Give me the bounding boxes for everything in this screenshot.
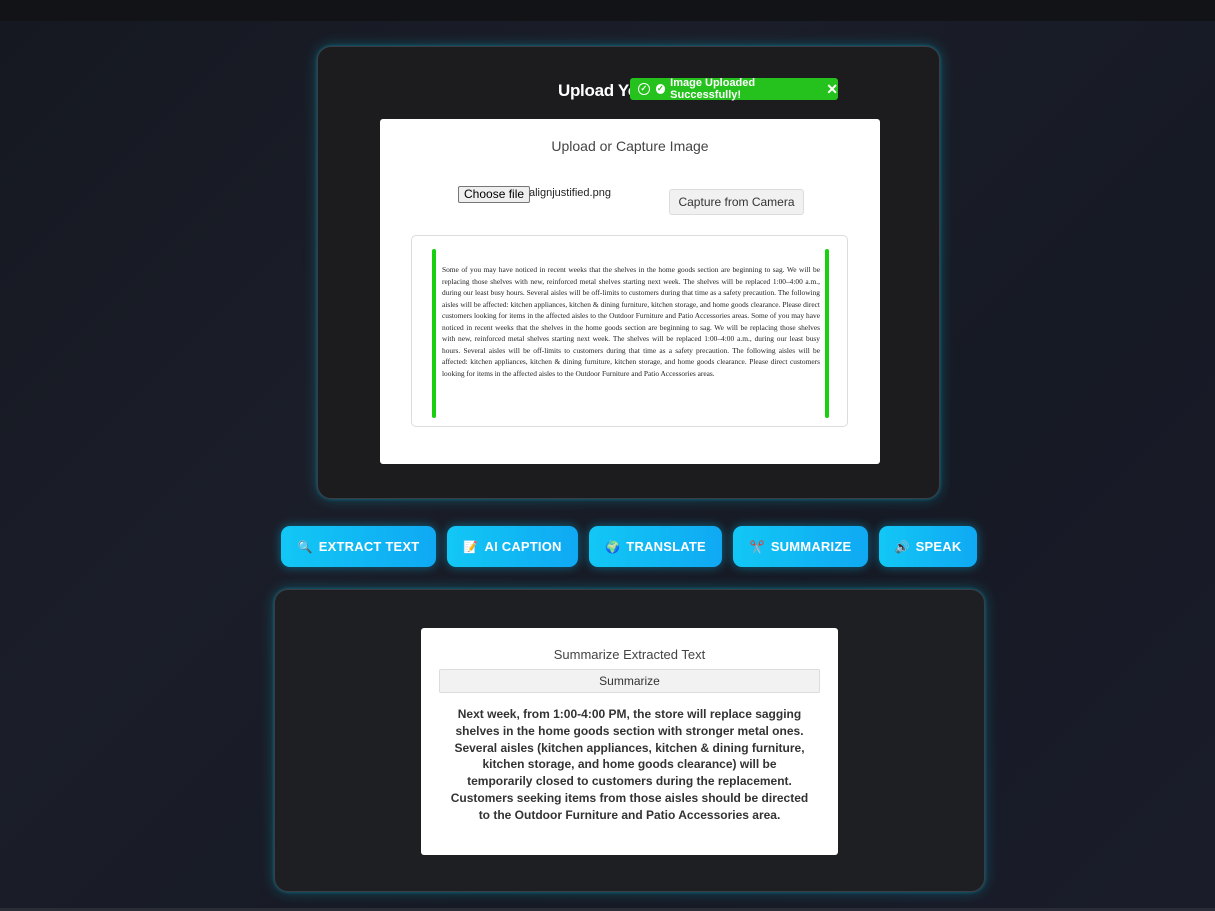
upload-card: Upload Your Image Upload or Capture Imag… <box>317 46 940 499</box>
ai-caption-button[interactable]: 📝 AI CAPTION <box>447 526 578 567</box>
summary-heading: Summarize Extracted Text <box>553 647 706 662</box>
summarize-action-label: SUMMARIZE <box>770 539 852 554</box>
ai-caption-label: AI CAPTION <box>484 539 562 554</box>
speak-label: SPEAK <box>915 539 962 554</box>
summary-card: Summarize Extracted Text Summarize Next … <box>274 589 985 892</box>
speak-button[interactable]: 🔊 SPEAK <box>879 526 977 567</box>
translate-label: TRANSLATE <box>626 539 706 554</box>
magnifier-icon: 🔍 <box>297 539 313 554</box>
capture-from-camera-button[interactable]: Capture from Camera <box>669 189 804 215</box>
toast-message: Image Uploaded Successfully! <box>670 77 756 101</box>
translate-button[interactable]: 🌍 TRANSLATE <box>589 526 722 567</box>
upload-panel-heading: Upload or Capture Image <box>551 138 709 154</box>
choose-file-button[interactable]: Choose file <box>458 186 531 203</box>
upload-panel: Upload or Capture Image Choose file alig… <box>380 119 880 464</box>
image-preview: Some of you may have noticed in recent w… <box>411 235 848 427</box>
speaker-icon: 🔊 <box>894 539 910 554</box>
summarize-button[interactable]: Summarize <box>439 669 820 693</box>
top-bar <box>0 0 1215 21</box>
selected-file-name: alignjustified.png <box>529 187 611 199</box>
preview-right-bar <box>825 249 829 418</box>
summarize-action-button[interactable]: ✂️ SUMMARIZE <box>733 526 868 567</box>
preview-document-text: Some of you may have noticed in recent w… <box>442 265 820 378</box>
summary-output-text: Next week, from 1:00-4:00 PM, the store … <box>450 707 809 822</box>
summary-panel: Summarize Extracted Text Summarize Next … <box>421 628 838 855</box>
upload-success-toast: ✓ ✓ Image Uploaded Successfully! ✕ <box>630 77 838 101</box>
globe-icon: 🌍 <box>605 539 621 554</box>
circle-check-icon: ✓ <box>638 83 650 95</box>
preview-left-bar <box>432 249 436 418</box>
extract-text-label: EXTRACT TEXT <box>318 539 420 554</box>
check-icon: ✓ <box>655 84 666 94</box>
extract-text-button[interactable]: 🔍 EXTRACT TEXT <box>281 526 436 567</box>
memo-icon: 📝 <box>463 539 479 554</box>
scissors-icon: ✂️ <box>749 539 765 554</box>
close-icon[interactable]: ✕ <box>826 82 838 96</box>
